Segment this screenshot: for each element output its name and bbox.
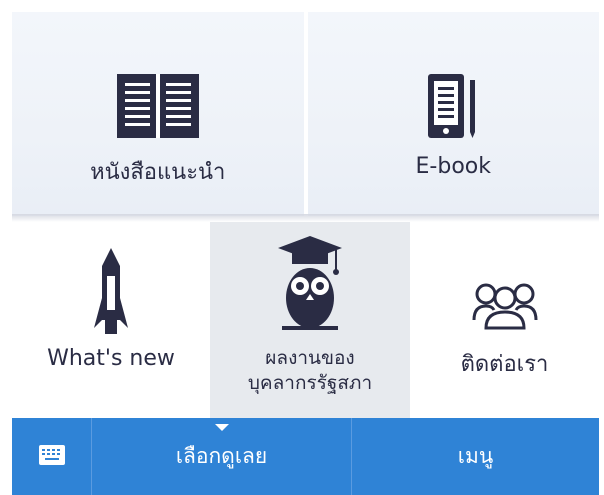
app-screen: หนังสือแนะนำ E-book What's new ผลงานของ … [0,0,604,495]
tile-staff-works[interactable]: ผลงานของ บุคลากรรัฐสภา [210,222,410,418]
top-tile-row: หนังสือแนะนำ E-book [12,12,599,216]
rocket-icon [94,248,128,338]
caret-down-icon [214,424,229,431]
tile-label-staff-works-line1: ผลงานของ [265,347,355,369]
tile-label-ebook: E-book [415,154,491,179]
bottom-bar: เลือกดูเลย เมนู [12,418,599,495]
people-group-icon [472,282,538,334]
graduate-owl-icon [278,236,342,336]
tile-label-contact-us: ติดต่อเรา [460,352,549,377]
tile-label-recommended-books: หนังสือแนะนำ [90,160,226,185]
tile-whats-new[interactable]: What's new [12,222,210,418]
select-view-label: เลือกดูเลย [175,444,268,468]
open-book-icon [116,74,199,142]
tile-recommended-books[interactable]: หนังสือแนะนำ [12,12,306,216]
menu-button[interactable]: เมนู [352,418,599,495]
keyboard-icon [38,444,66,470]
tile-ebook[interactable]: E-book [305,12,599,216]
tile-label-whats-new: What's new [47,346,175,371]
menu-label: เมนู [457,444,494,468]
select-view-button[interactable]: เลือกดูเลย [92,418,352,495]
tile-label-staff-works: ผลงานของ บุคลากรรัฐสภา [210,346,410,396]
tile-contact-us[interactable]: ติดต่อเรา [410,222,599,418]
divider-shadow [12,214,599,222]
ebook-reader-icon [428,74,478,142]
keyboard-button[interactable] [12,418,92,495]
tile-label-staff-works-line2: บุคลากรรัฐสภา [247,372,373,394]
middle-tile-row: What's new ผลงานของ บุคลากรรัฐสภา ติดต่อ… [12,222,599,418]
